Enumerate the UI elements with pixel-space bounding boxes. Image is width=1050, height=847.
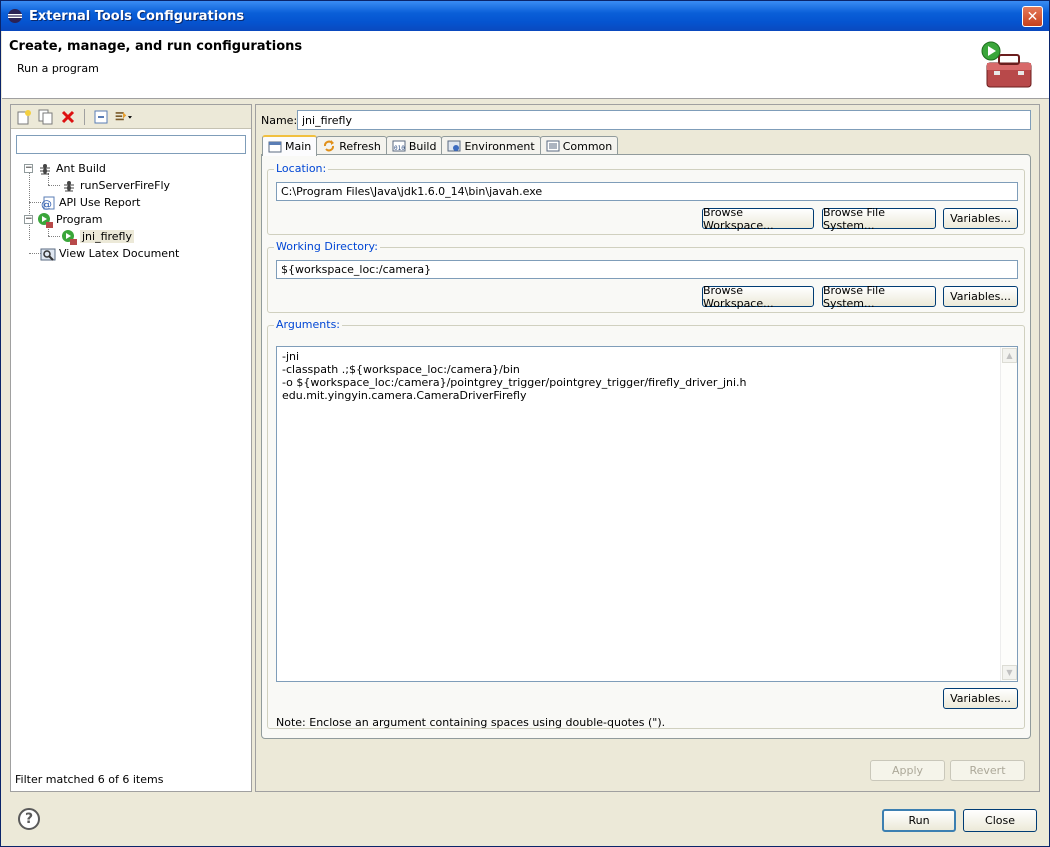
main-tab-content: Location: C:\Program Files\Java\jdk1.6.0… [261,154,1031,739]
tree-item-view-latex-document[interactable]: View Latex Document [40,245,179,262]
arguments-group: Arguments: -jni -classpath .;${workspace… [267,318,1025,729]
name-input[interactable] [297,110,1031,130]
ant-icon [61,178,77,194]
collapse-toggle-icon[interactable]: − [24,164,33,173]
program-icon [37,212,53,228]
main-tab-icon [268,141,282,152]
tree-item-api-use-report[interactable]: @ API Use Report [40,194,140,211]
banner-subtitle: Run a program [17,62,99,75]
svg-text:010: 010 [394,145,405,152]
tree-item-jni-firefly[interactable]: jni_firefly [61,228,134,245]
filter-status-text: Filter matched 6 of 6 items [15,773,164,786]
scroll-down-icon[interactable]: ▼ [1002,665,1017,680]
collapse-all-icon[interactable] [92,108,110,126]
tree-connector [48,236,60,237]
apply-button[interactable]: Apply [870,760,945,781]
tab-label: Common [562,139,613,153]
latex-view-icon [40,246,56,262]
arguments-scrollbar[interactable]: ▲ ▼ [1000,347,1017,681]
new-config-icon[interactable] [15,108,33,126]
delete-icon[interactable] [59,108,77,126]
eclipse-icon [8,9,22,23]
tree-item-label: API Use Report [59,196,141,209]
location-group: Location: C:\Program Files\Java\jdk1.6.0… [267,162,1025,235]
arguments-note: Note: Enclose an argument containing spa… [276,716,666,729]
working-directory-input[interactable]: ${workspace_loc:/camera} [276,260,1018,279]
arguments-text: -jni -classpath .;${workspace_loc:/camer… [282,350,747,402]
working-directory-group: Working Directory: ${workspace_loc:/came… [267,240,1025,313]
tab-label: Refresh [339,139,381,153]
location-browse-filesystem-button[interactable]: Browse File System... [822,206,936,232]
tab-refresh[interactable]: Refresh [316,136,387,155]
tab-build[interactable]: 010 Build [385,136,443,155]
tree-item-ant-build[interactable]: − Ant Build [24,160,106,177]
tree-item-label: jni_firefly [80,230,134,243]
location-input[interactable]: C:\Program Files\Java\jdk1.6.0_14\bin\ja… [276,182,1018,201]
tree-item-program[interactable]: − Program [24,211,102,228]
close-button[interactable]: Close [963,809,1037,832]
window-title: External Tools Configurations [29,8,245,24]
collapse-toggle-icon[interactable]: − [24,215,33,224]
revert-button[interactable]: Revert [950,760,1025,781]
name-label: Name: [261,114,298,127]
tab-label: Build [408,139,437,153]
scroll-up-icon[interactable]: ▲ [1002,348,1017,363]
external-tools-dialog: External Tools Configurations ✕ Create, … [0,0,1050,847]
tree-item-label: Ant Build [56,162,106,175]
tab-common[interactable]: Common [539,136,619,155]
header-banner: Create, manage, and run configurations R… [2,31,1049,99]
common-icon [546,140,560,152]
svg-text:@: @ [41,198,52,211]
help-icon[interactable]: ? [18,808,40,830]
config-tabs: Main Refresh 010 Build Environment Commo… [262,135,619,156]
tree-item-label: View Latex Document [59,247,180,260]
close-icon: ✕ [1026,8,1039,25]
build-icon: 010 [392,140,406,152]
tree-connector [48,185,60,186]
arguments-label: Arguments: [274,318,343,331]
configuration-list-panel: − Ant Build runServerFireFly @ API Use R… [10,104,252,792]
api-report-icon: @ [40,195,56,211]
tree-item-runserverfirefly[interactable]: runServerFireFly [61,177,170,194]
filter-input[interactable] [16,135,246,154]
tab-environment[interactable]: Environment [441,136,541,155]
tree-connector [29,172,30,240]
filter-icon[interactable] [114,108,132,126]
tab-main[interactable]: Main [262,135,318,156]
location-variables-button[interactable]: Variables... [943,208,1018,229]
ant-icon [37,161,53,177]
window-close-button[interactable]: ✕ [1022,6,1043,27]
workdir-variables-button[interactable]: Variables... [943,286,1018,307]
working-directory-label: Working Directory: [274,240,380,253]
tab-label: Environment [464,139,535,153]
program-icon [61,229,77,245]
tree-item-label: runServerFireFly [80,179,171,192]
config-toolbar [11,105,251,129]
toolbox-run-icon [981,41,1032,88]
arguments-variables-button[interactable]: Variables... [943,688,1018,709]
location-browse-workspace-button[interactable]: Browse Workspace... [702,206,814,232]
environment-icon [447,140,461,152]
toolbar-separator [84,108,85,125]
tree-item-label: Program [56,213,103,226]
configuration-editor-panel: Name: Main Refresh 010 Build Environment… [255,104,1040,792]
run-button[interactable]: Run [882,809,956,832]
banner-title: Create, manage, and run configurations [9,39,303,54]
refresh-icon [324,140,335,152]
location-label: Location: [274,162,329,175]
workdir-browse-filesystem-button[interactable]: Browse File System... [822,284,936,310]
tab-label: Main [285,140,312,153]
workdir-browse-workspace-button[interactable]: Browse Workspace... [702,284,814,310]
duplicate-icon[interactable] [37,108,55,126]
arguments-textarea[interactable]: -jni -classpath .;${workspace_loc:/camer… [276,346,1018,682]
title-bar[interactable]: External Tools Configurations ✕ [1,1,1049,31]
